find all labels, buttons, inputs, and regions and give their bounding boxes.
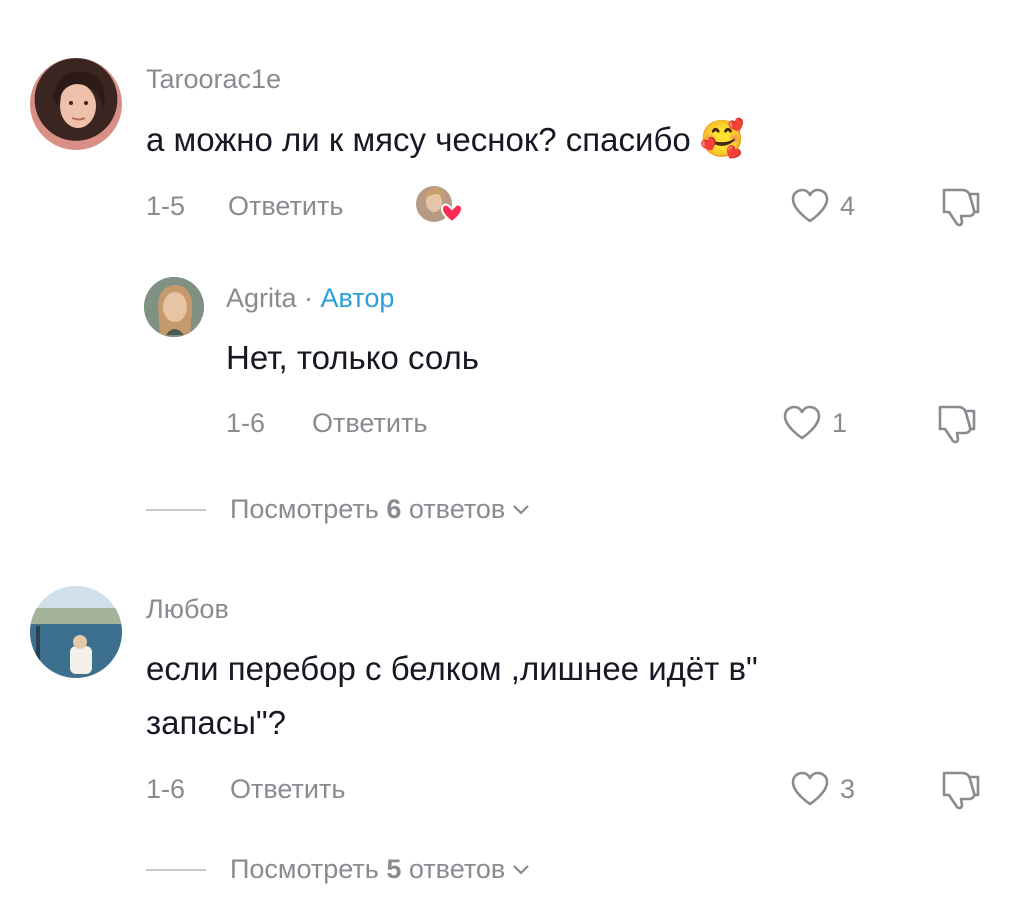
heart-outline-icon — [791, 188, 829, 223]
reply-button[interactable]: Ответить — [228, 191, 343, 222]
thumbs-down-icon — [942, 188, 980, 227]
username[interactable]: Любов — [146, 594, 229, 625]
avatar[interactable] — [144, 277, 204, 337]
view-replies-count: 6 — [386, 494, 402, 524]
dislike-button[interactable] — [938, 767, 984, 816]
comment-text-body: а можно ли к мясу чеснок? спасибо — [146, 121, 691, 158]
reply-button[interactable]: Ответить — [230, 774, 345, 805]
like-button[interactable]: 1 — [782, 404, 847, 442]
comment-text: а можно ли к мясу чеснок? спасибо 🥰 — [146, 114, 745, 165]
reply-header: Agrita · Автор — [226, 283, 394, 314]
comment-text: Нет, только соль — [226, 339, 479, 376]
divider-line — [146, 508, 206, 511]
thumbs-down-icon — [942, 771, 980, 810]
view-replies-suffix: ответов — [401, 494, 506, 524]
reply-button[interactable]: Ответить — [312, 408, 427, 439]
dislike-button[interactable] — [934, 401, 980, 450]
comment-date: 1-5 — [146, 191, 186, 221]
comment-text-line2: запасы"? — [146, 704, 286, 741]
view-replies-button[interactable]: Посмотреть 5 ответов — [146, 854, 531, 885]
like-count: 3 — [840, 773, 856, 804]
username[interactable]: Taroorac1e — [146, 64, 281, 95]
view-replies-button[interactable]: Посмотреть 6 ответов — [146, 494, 531, 525]
avatar-photo-icon — [30, 586, 122, 678]
author-badge: Автор — [320, 283, 395, 313]
chevron-down-icon — [513, 504, 530, 515]
view-replies-suffix: ответов — [401, 854, 506, 884]
comment-date: 1-6 — [146, 774, 186, 804]
username[interactable]: Agrita — [226, 283, 297, 313]
view-replies-prefix: Посмотреть — [230, 854, 387, 884]
avatar[interactable] — [30, 586, 122, 678]
comment-date: 1-6 — [226, 408, 266, 438]
comment-text-line1: если перебор с белком ,лишнее идёт в" — [146, 650, 758, 687]
like-count: 4 — [840, 190, 856, 221]
chevron-down-icon — [513, 864, 530, 875]
heart-outline-icon — [791, 771, 829, 806]
like-button[interactable]: 4 — [790, 187, 855, 225]
view-replies-prefix: Посмотреть — [230, 494, 387, 524]
divider-line — [146, 868, 206, 871]
thumbs-down-icon — [938, 405, 976, 444]
view-replies-count: 5 — [386, 854, 402, 884]
smiling-face-hearts-icon: 🥰 — [699, 118, 745, 159]
like-button[interactable]: 3 — [790, 770, 855, 808]
avatar-face-icon — [144, 277, 204, 337]
avatar-face-icon — [52, 71, 105, 128]
dislike-button[interactable] — [938, 184, 984, 233]
avatar[interactable] — [30, 58, 122, 150]
liked-by-creator-icon — [414, 184, 464, 228]
heart-outline-icon — [783, 405, 821, 440]
like-count: 1 — [832, 407, 848, 438]
separator: · — [296, 283, 321, 313]
